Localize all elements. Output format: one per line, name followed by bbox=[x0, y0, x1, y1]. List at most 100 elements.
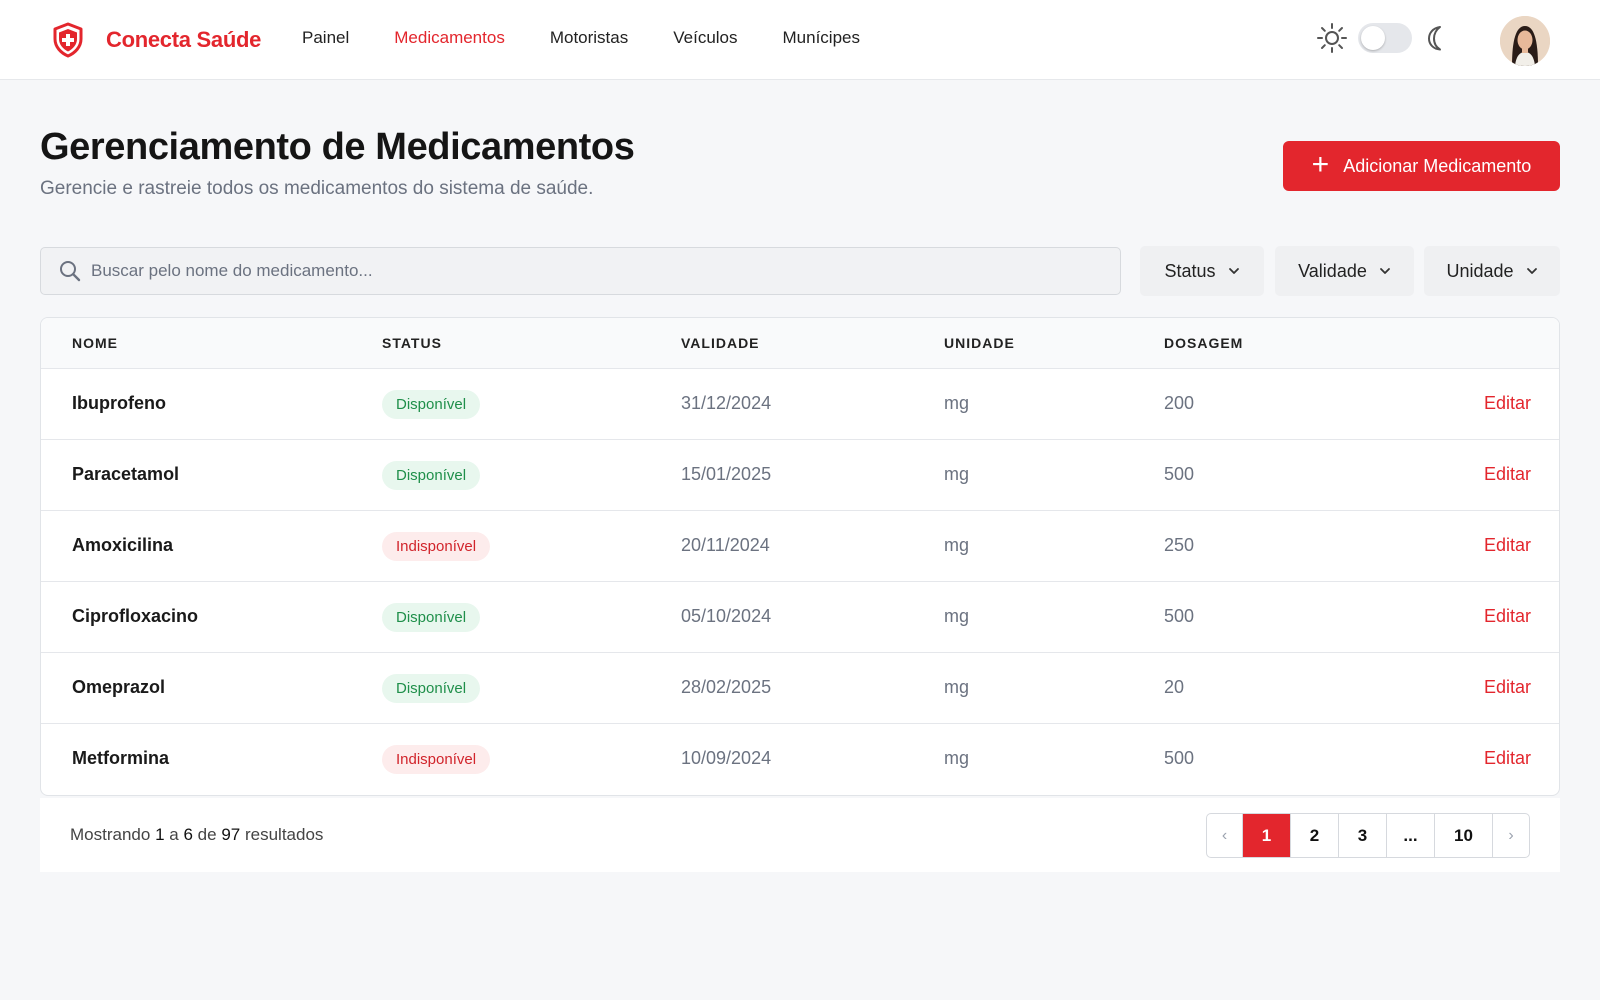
cell-validade: 31/12/2024 bbox=[681, 393, 772, 413]
moon-icon[interactable] bbox=[1422, 24, 1450, 52]
validade-filter-dropdown[interactable]: Validade bbox=[1275, 246, 1414, 296]
page-ellipsis: ... bbox=[1387, 814, 1435, 857]
chevron-down-icon bbox=[1379, 268, 1390, 274]
edit-link[interactable]: Editar bbox=[1484, 748, 1531, 769]
brand[interactable]: Conecta Saúde bbox=[52, 22, 261, 58]
cell-nome: Ciprofloxacino bbox=[72, 606, 199, 626]
page-button-3[interactable]: 3 bbox=[1339, 814, 1387, 857]
page-button-1[interactable]: 1 bbox=[1243, 814, 1291, 857]
page-button-2[interactable]: 2 bbox=[1291, 814, 1339, 857]
results-from: 1 bbox=[155, 825, 165, 844]
nav-item-veiculos[interactable]: Veículos bbox=[673, 28, 737, 48]
table-row: Amoxicilina Indisponível 20/11/2024 mg 2… bbox=[41, 511, 1559, 582]
results-to: 6 bbox=[183, 825, 193, 844]
status-badge: Disponível bbox=[382, 461, 481, 490]
results-sep-a: a bbox=[169, 825, 179, 844]
shield-cross-icon bbox=[53, 22, 83, 58]
unidade-filter-label: Unidade bbox=[1446, 260, 1514, 281]
validade-filter-label: Validade bbox=[1298, 260, 1367, 281]
header-nome: Nome bbox=[72, 335, 118, 351]
nav-item-medicamentos[interactable]: Medicamentos bbox=[394, 28, 505, 48]
cell-validade: 15/01/2025 bbox=[681, 464, 772, 484]
main-nav: Painel Medicamentos Motoristas Veículos … bbox=[302, 28, 905, 48]
chevron-down-icon bbox=[1228, 268, 1239, 274]
edit-link[interactable]: Editar bbox=[1484, 535, 1531, 556]
cell-unidade: mg bbox=[944, 606, 970, 626]
chevron-down-icon bbox=[1526, 268, 1537, 274]
table-header: Nome Status Validade Unidade Dosagem bbox=[41, 318, 1559, 369]
cell-validade: 05/10/2024 bbox=[681, 606, 772, 626]
header-validade: Validade bbox=[681, 335, 760, 351]
cell-unidade: mg bbox=[944, 535, 970, 555]
user-avatar[interactable] bbox=[1500, 16, 1550, 66]
theme-toggle[interactable] bbox=[1358, 23, 1412, 53]
search-box bbox=[40, 247, 1121, 295]
table-row: Omeprazol Disponível 28/02/2025 mg 20 Ed… bbox=[41, 653, 1559, 724]
brand-name: Conecta Saúde bbox=[106, 27, 262, 52]
theme-switcher bbox=[1316, 22, 1450, 54]
nav-item-painel[interactable]: Painel bbox=[302, 28, 349, 48]
cell-validade: 20/11/2024 bbox=[681, 535, 770, 555]
status-badge: Indisponível bbox=[382, 532, 491, 561]
add-medication-label: Adicionar Medicamento bbox=[1343, 155, 1532, 176]
table-row: Ibuprofeno Disponível 31/12/2024 mg 200 … bbox=[41, 369, 1559, 440]
cell-nome: Metformina bbox=[72, 748, 170, 768]
plus-icon: + bbox=[1311, 147, 1330, 181]
edit-link[interactable]: Editar bbox=[1484, 464, 1531, 485]
header-dosagem: Dosagem bbox=[1164, 335, 1244, 351]
table-row: Metformina Indisponível 10/09/2024 mg 50… bbox=[41, 724, 1559, 795]
search-input[interactable] bbox=[91, 248, 1111, 294]
results-prefix: Mostrando bbox=[70, 825, 151, 844]
unidade-filter-dropdown[interactable]: Unidade bbox=[1424, 246, 1560, 296]
cell-dosagem: 500 bbox=[1164, 748, 1195, 768]
status-badge: Disponível bbox=[382, 390, 481, 419]
page-subtitle: Gerencie e rastreie todos os medicamento… bbox=[40, 178, 594, 199]
status-badge: Disponível bbox=[382, 674, 481, 703]
add-medication-button[interactable]: + Adicionar Medicamento bbox=[1283, 141, 1560, 191]
cell-nome: Ibuprofeno bbox=[72, 393, 166, 413]
toggle-knob bbox=[1361, 26, 1385, 50]
top-navbar: Conecta Saúde Painel Medicamentos Motori… bbox=[0, 0, 1600, 80]
sun-icon[interactable] bbox=[1316, 22, 1348, 54]
nav-item-municipes[interactable]: Munícipes bbox=[783, 28, 860, 48]
edit-link[interactable]: Editar bbox=[1484, 393, 1531, 414]
cell-validade: 28/02/2025 bbox=[681, 677, 772, 697]
cell-nome: Paracetamol bbox=[72, 464, 180, 484]
cell-unidade: mg bbox=[944, 748, 970, 768]
cell-dosagem: 500 bbox=[1164, 464, 1195, 484]
table-row: Paracetamol Disponível 15/01/2025 mg 500… bbox=[41, 440, 1559, 511]
cell-dosagem: 500 bbox=[1164, 606, 1195, 626]
prev-page-button[interactable]: ‹ bbox=[1207, 814, 1243, 857]
table-row: Ciprofloxacino Disponível 05/10/2024 mg … bbox=[41, 582, 1559, 653]
results-suffix: resultados bbox=[244, 825, 324, 844]
pagination: ‹ 1 2 3 ... 10 › bbox=[1206, 813, 1530, 858]
status-filter-label: Status bbox=[1164, 260, 1216, 281]
edit-link[interactable]: Editar bbox=[1484, 606, 1531, 627]
cell-nome: Amoxicilina bbox=[72, 535, 174, 555]
cell-unidade: mg bbox=[944, 393, 970, 413]
cell-dosagem: 20 bbox=[1164, 677, 1185, 697]
table-footer: Mostrando 1 a 6 de 97 resultados ‹ 1 2 3… bbox=[40, 798, 1560, 872]
status-badge: Indisponível bbox=[382, 745, 491, 774]
edit-link[interactable]: Editar bbox=[1484, 677, 1531, 698]
cell-dosagem: 250 bbox=[1164, 535, 1195, 555]
avatar-image bbox=[1500, 16, 1550, 66]
search-icon bbox=[60, 261, 81, 282]
nav-item-motoristas[interactable]: Motoristas bbox=[550, 28, 628, 48]
status-filter-dropdown[interactable]: Status bbox=[1140, 246, 1264, 296]
status-badge: Disponível bbox=[382, 603, 481, 632]
results-summary: Mostrando 1 a 6 de 97 resultados bbox=[70, 825, 323, 845]
header-unidade: Unidade bbox=[944, 335, 1015, 351]
cell-unidade: mg bbox=[944, 677, 970, 697]
header-status: Status bbox=[382, 335, 442, 351]
medications-table: Nome Status Validade Unidade Dosagem Ibu… bbox=[40, 317, 1560, 796]
cell-nome: Omeprazol bbox=[72, 677, 166, 697]
cell-validade: 10/09/2024 bbox=[681, 748, 772, 768]
cell-dosagem: 200 bbox=[1164, 393, 1195, 413]
next-page-button[interactable]: › bbox=[1493, 814, 1529, 857]
results-sep-de: de bbox=[197, 825, 217, 844]
cell-unidade: mg bbox=[944, 464, 970, 484]
results-total: 97 bbox=[221, 825, 241, 844]
page-title: Gerenciamento de Medicamentos bbox=[40, 126, 635, 168]
page-button-10[interactable]: 10 bbox=[1435, 814, 1493, 857]
